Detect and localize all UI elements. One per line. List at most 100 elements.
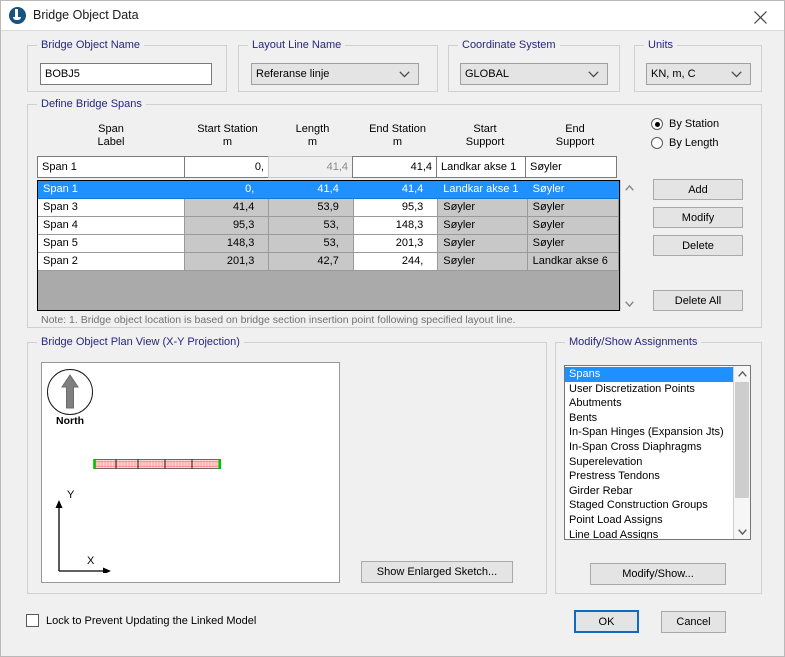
list-item[interactable]: Girder Rebar (565, 484, 733, 499)
delete-all-button[interactable]: Delete All (653, 290, 743, 311)
layout-line-name-value: Referanse linje (256, 68, 330, 80)
define-bridge-spans-legend: Define Bridge Spans (37, 98, 146, 110)
axis-label-x: X (87, 555, 95, 567)
cell-start-station[interactable]: 148,3 (184, 235, 270, 253)
table-row[interactable]: Span 3 41,4 53,9 95,3 Søyler Søyler (38, 199, 619, 217)
cell-end-station[interactable]: 148,3 (353, 217, 439, 235)
cell-start-station[interactable]: 41,4 (184, 199, 270, 217)
list-item[interactable]: Spans (565, 367, 733, 382)
cancel-button[interactable]: Cancel (661, 611, 726, 633)
ok-button[interactable]: OK (574, 610, 639, 633)
radio-by-length-label: By Length (669, 137, 719, 149)
cell-length[interactable]: 41,4 (269, 181, 354, 199)
cell-end-support[interactable]: Søyler (527, 235, 619, 253)
assignments-listbox[interactable]: Spans User Discretization Points Abutments… (564, 365, 751, 540)
scroll-down-icon[interactable] (734, 524, 750, 539)
close-icon (754, 11, 767, 24)
edit-span-label-input[interactable]: Span 1 (37, 156, 185, 178)
table-row[interactable]: Span 1 0, 41,4 41,4 Landkar akse 1 Søyler (38, 181, 619, 199)
units-legend: Units (644, 39, 678, 51)
edit-end-station-input[interactable]: 41,4 (352, 156, 437, 178)
radio-by-station-label: By Station (669, 118, 720, 130)
add-button[interactable]: Add (653, 179, 743, 200)
modify-button[interactable]: Modify (653, 207, 743, 228)
cell-start-support[interactable]: Søyler (438, 235, 528, 253)
radio-by-length[interactable]: By Length (651, 137, 719, 149)
edit-start-support-input[interactable]: Landkar akse 1 (436, 156, 526, 178)
list-item[interactable]: In-Span Hinges (Expansion Jts) (565, 425, 733, 440)
table-row[interactable]: Span 4 95,3 53, 148,3 Søyler Søyler (38, 217, 619, 235)
coordinate-system-value: GLOBAL (465, 68, 510, 80)
list-item[interactable]: Abutments (565, 396, 733, 411)
delete-button[interactable]: Delete (653, 235, 743, 256)
column-header-length: Length m (295, 123, 330, 148)
cell-span-label[interactable]: Span 4 (38, 217, 185, 235)
plan-view-canvas[interactable]: North Y X (41, 362, 340, 583)
window-title: Bridge Object Data (33, 8, 139, 22)
close-button[interactable] (738, 1, 784, 30)
cell-span-label[interactable]: Span 1 (38, 181, 185, 199)
span-table-scrollbar[interactable] (620, 180, 637, 311)
span-edit-row: Span 1 0, 41,4 41,4 Landkar akse 1 Søyle… (37, 156, 617, 178)
table-row[interactable]: Span 5 148,3 53, 201,3 Søyler Søyler (38, 235, 619, 253)
cell-end-support[interactable]: Søyler (527, 217, 619, 235)
cell-start-support[interactable]: Søyler (438, 253, 528, 271)
cell-span-label[interactable]: Span 5 (38, 235, 185, 253)
list-item[interactable]: Prestress Tendons (565, 469, 733, 484)
chevron-down-icon (731, 64, 742, 84)
cell-end-support[interactable]: Søyler (527, 199, 619, 217)
column-header-span-label: Span Label (97, 123, 125, 148)
bridge-app-icon (9, 7, 26, 24)
cell-end-support[interactable]: Søyler (527, 181, 619, 199)
bridge-object-name-input[interactable]: BOBJ5 (40, 63, 212, 85)
list-item[interactable]: Staged Construction Groups (565, 498, 733, 513)
show-enlarged-sketch-button[interactable]: Show Enlarged Sketch... (361, 561, 513, 583)
list-item[interactable]: Superelevation (565, 455, 733, 470)
xy-axis-indicator (55, 500, 111, 573)
lock-checkbox-label: Lock to Prevent Updating the Linked Mode… (46, 614, 257, 627)
cell-start-station[interactable]: 201,3 (184, 253, 270, 271)
cell-length[interactable]: 53, (269, 235, 354, 253)
cell-start-support[interactable]: Landkar akse 1 (438, 181, 528, 199)
assignments-scrollbar[interactable] (733, 366, 750, 539)
scroll-up-icon[interactable] (621, 180, 637, 195)
coordinate-system-combo[interactable]: GLOBAL (460, 63, 608, 85)
list-item[interactable]: Point Load Assigns (565, 513, 733, 528)
cell-end-support[interactable]: Landkar akse 6 (527, 253, 619, 271)
cell-end-station[interactable]: 244, (353, 253, 439, 271)
layout-line-name-combo[interactable]: Referanse linje (251, 63, 419, 85)
cell-length[interactable]: 53,9 (269, 199, 354, 217)
cell-start-station[interactable]: 0, (184, 181, 270, 199)
modify-show-button[interactable]: Modify/Show... (590, 563, 726, 585)
layout-line-name-legend: Layout Line Name (248, 39, 346, 51)
cell-length[interactable]: 42,7 (269, 253, 354, 271)
cell-span-label[interactable]: Span 2 (38, 253, 185, 271)
scroll-up-icon[interactable] (734, 366, 750, 381)
cell-start-station[interactable]: 95,3 (184, 217, 270, 235)
list-item[interactable]: Bents (565, 411, 733, 426)
assignments-scroll-thumb[interactable] (735, 382, 749, 498)
bridge-deck-sketch (93, 459, 221, 469)
list-item[interactable]: Line Load Assigns (565, 528, 733, 539)
radio-by-length-dot (651, 137, 663, 149)
radio-by-station[interactable]: By Station (651, 118, 719, 130)
edit-end-support-input[interactable]: Søyler (525, 156, 617, 178)
span-table[interactable]: Span 1 0, 41,4 41,4 Landkar akse 1 Søyler Span… (37, 180, 620, 311)
lock-checkbox-row[interactable]: Lock to Prevent Updating the Linked Mode… (26, 614, 256, 627)
list-item[interactable]: In-Span Cross Diaphragms (565, 440, 733, 455)
table-row[interactable]: Span 2 201,3 42,7 244, Søyler Landkar akse 6 (38, 253, 619, 271)
cell-end-station[interactable]: 201,3 (353, 235, 439, 253)
cell-end-station[interactable]: 95,3 (353, 199, 439, 217)
scroll-down-icon[interactable] (621, 296, 637, 311)
axis-label-y: Y (67, 489, 75, 501)
cell-length[interactable]: 53, (269, 217, 354, 235)
cell-end-station[interactable]: 41,4 (353, 181, 439, 199)
lock-checkbox[interactable] (26, 614, 39, 627)
edit-start-station-input[interactable]: 0, (184, 156, 269, 178)
cell-start-support[interactable]: Søyler (438, 217, 528, 235)
cell-span-label[interactable]: Span 3 (38, 199, 185, 217)
span-table-body: Span 1 0, 41,4 41,4 Landkar akse 1 Søyler Span… (38, 181, 619, 271)
list-item[interactable]: User Discretization Points (565, 382, 733, 397)
units-combo[interactable]: KN, m, C (646, 63, 751, 85)
cell-start-support[interactable]: Søyler (438, 199, 528, 217)
